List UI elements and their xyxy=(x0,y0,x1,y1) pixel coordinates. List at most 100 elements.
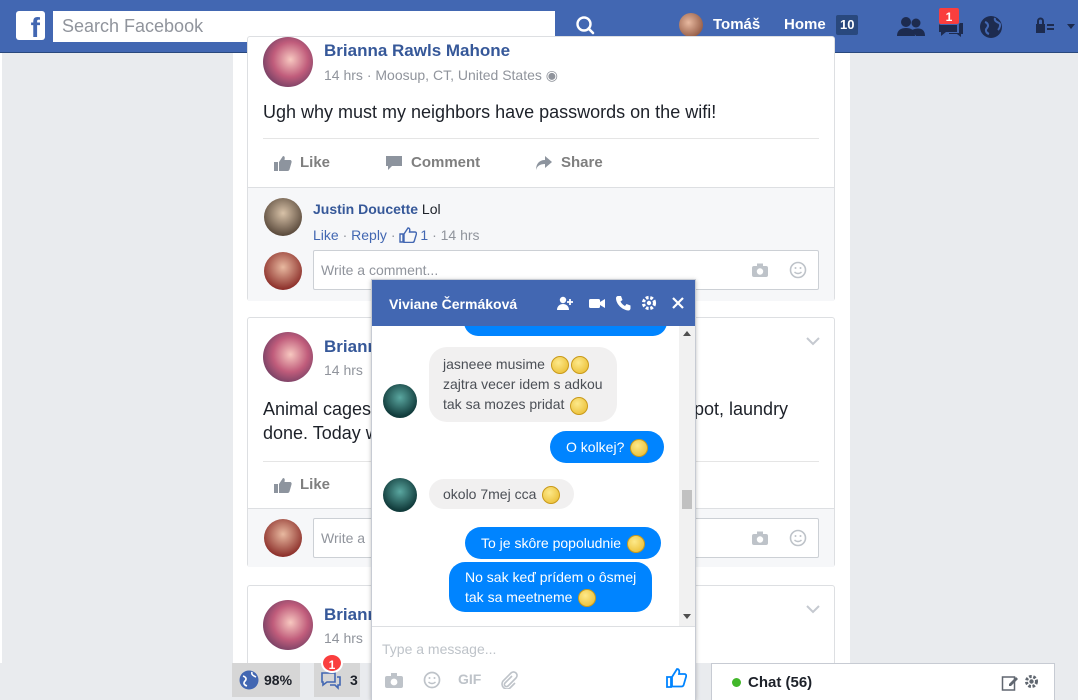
message-line: tak sa mozes pridat xyxy=(443,394,603,415)
comment-sep: · xyxy=(428,226,441,243)
divider xyxy=(263,138,819,139)
new-message-icon[interactable] xyxy=(1001,674,1019,692)
thumbs-up-icon xyxy=(274,155,292,171)
scroll-down-arrow-icon[interactable] xyxy=(683,614,691,620)
comment-like-count[interactable]: 1 xyxy=(420,227,428,243)
comment-button[interactable]: Comment xyxy=(385,154,480,171)
contact-avatar[interactable] xyxy=(383,384,417,418)
chat-tab-label: Chat (56) xyxy=(748,674,813,691)
message-bubble-outgoing: No sak keď prídem o ôsmej tak sa meetnem… xyxy=(449,562,653,613)
user-avatar[interactable] xyxy=(679,13,703,37)
chat-contact-name[interactable]: Viviane Čermáková xyxy=(389,296,517,312)
message-line: No sak keď prídem o ôsmej xyxy=(465,569,637,585)
chevron-down-icon[interactable] xyxy=(806,336,820,346)
comment-text: Lol xyxy=(421,201,441,217)
video-call-icon[interactable] xyxy=(588,294,606,312)
comment-sep: · xyxy=(338,226,352,243)
author-avatar[interactable] xyxy=(263,600,313,650)
messages-badge: 1 xyxy=(938,7,960,25)
like-label: Like xyxy=(300,476,331,493)
camera-icon[interactable] xyxy=(751,530,769,546)
emoji-icon[interactable] xyxy=(789,529,807,547)
share-button[interactable]: Share xyxy=(535,154,603,171)
contact-avatar[interactable] xyxy=(383,478,417,512)
comment-reply-link[interactable]: Reply xyxy=(351,227,387,243)
smile-emoji-icon xyxy=(570,396,589,415)
author-name[interactable]: Brianna Rawls Mahone xyxy=(324,41,510,61)
zoom-value: 98% xyxy=(264,672,293,688)
commenter-name[interactable]: Justin Doucette xyxy=(313,201,418,217)
commenter-avatar[interactable] xyxy=(264,198,302,236)
thumbs-up-send-icon[interactable] xyxy=(665,667,687,689)
share-label: Share xyxy=(561,154,603,171)
friend-requests-button[interactable] xyxy=(896,14,925,40)
message-line: jasneee musime xyxy=(443,354,603,375)
notifications-button[interactable] xyxy=(978,14,1006,40)
my-avatar xyxy=(264,519,302,557)
post-time[interactable]: 14 hrs xyxy=(324,362,363,378)
profile-link[interactable]: Tomáš xyxy=(713,16,760,33)
grimace-emoji-icon xyxy=(630,439,649,458)
comment-icon xyxy=(386,155,402,170)
scroll-up-arrow-icon[interactable] xyxy=(683,330,691,336)
emoji-icon[interactable] xyxy=(789,261,807,279)
home-count-badge: 10 xyxy=(836,15,859,35)
post-text-line1-start: Animal cages xyxy=(263,399,372,419)
settings-gear-icon[interactable] xyxy=(1023,673,1040,690)
account-menu-button[interactable] xyxy=(1034,14,1075,40)
comment-time[interactable]: 14 hrs xyxy=(441,227,480,243)
share-icon xyxy=(536,155,552,170)
emoji-icon[interactable] xyxy=(422,671,442,689)
comment-label: Comment xyxy=(411,154,481,171)
message-line: zajtra vecer idem s adkou xyxy=(443,376,603,393)
scroll-thumb[interactable] xyxy=(682,490,692,509)
like-count-thumb-icon xyxy=(399,227,418,243)
comment-body: Justin Doucette Lol xyxy=(313,201,441,217)
like-button[interactable]: Like xyxy=(274,476,330,493)
post-text-line1-end: k pot, laundry xyxy=(680,399,789,419)
attachment-icon[interactable] xyxy=(498,671,518,689)
message-bubble-incoming: okolo 7mej cca xyxy=(429,479,575,510)
message-composer: Type a message... GIF xyxy=(372,626,695,700)
wink-emoji-icon xyxy=(570,356,589,375)
author-avatar[interactable] xyxy=(263,332,313,382)
message-thread: jasneee musime zajtra vecer idem s adkou… xyxy=(372,326,695,626)
comment-actions: Like · Reply · 1 · 14 hrs xyxy=(313,226,480,243)
message-bubble-outgoing: O kolkej? xyxy=(550,431,665,464)
post-time[interactable]: 14 hrs xyxy=(324,630,363,646)
grimace-emoji-icon xyxy=(627,535,645,554)
notifications-count: 3 xyxy=(350,672,358,688)
browser-zoom-indicator[interactable]: 98% xyxy=(232,663,300,697)
grin-emoji-icon xyxy=(550,356,569,375)
camera-icon[interactable] xyxy=(384,671,404,689)
feed-post: Brianna Rawls Mahone 14 hrs · Moosup, CT… xyxy=(247,36,835,301)
chat-header[interactable]: Viviane Čermáková xyxy=(372,280,695,326)
message-scrollbar[interactable] xyxy=(679,326,695,626)
post-location[interactable]: Moosup, CT, United States xyxy=(375,67,542,83)
public-globe-icon: ◉ xyxy=(545,67,559,83)
message-input[interactable]: Type a message... xyxy=(382,641,662,657)
chat-sidebar-tab[interactable]: Chat (56) xyxy=(711,663,1055,700)
author-avatar[interactable] xyxy=(263,37,313,87)
message-line: tak sa meetneme xyxy=(465,587,636,608)
close-icon[interactable] xyxy=(669,294,687,312)
chat-settings-gear-icon[interactable] xyxy=(640,294,658,312)
post-time[interactable]: 14 hrs xyxy=(324,67,363,83)
smile-emoji-icon xyxy=(578,589,597,608)
like-button[interactable]: Like xyxy=(274,154,330,171)
camera-icon[interactable] xyxy=(751,262,769,278)
globe-icon xyxy=(239,670,259,690)
comment-like-link[interactable]: Like xyxy=(313,227,339,243)
add-friends-icon[interactable] xyxy=(556,294,574,312)
facebook-logo[interactable]: f xyxy=(16,11,45,40)
gif-button[interactable]: GIF xyxy=(458,671,481,687)
chevron-down-icon[interactable] xyxy=(806,604,820,614)
like-label: Like xyxy=(300,154,331,171)
wink-emoji-icon xyxy=(542,486,561,505)
notifications-badge: 1 xyxy=(321,653,343,673)
post-text: Ugh why must my neighbors have passwords… xyxy=(263,102,717,122)
chat-bubbles-icon xyxy=(321,672,341,690)
phone-call-icon[interactable] xyxy=(614,294,632,312)
home-link[interactable]: Home xyxy=(784,16,826,33)
my-avatar xyxy=(264,252,302,290)
